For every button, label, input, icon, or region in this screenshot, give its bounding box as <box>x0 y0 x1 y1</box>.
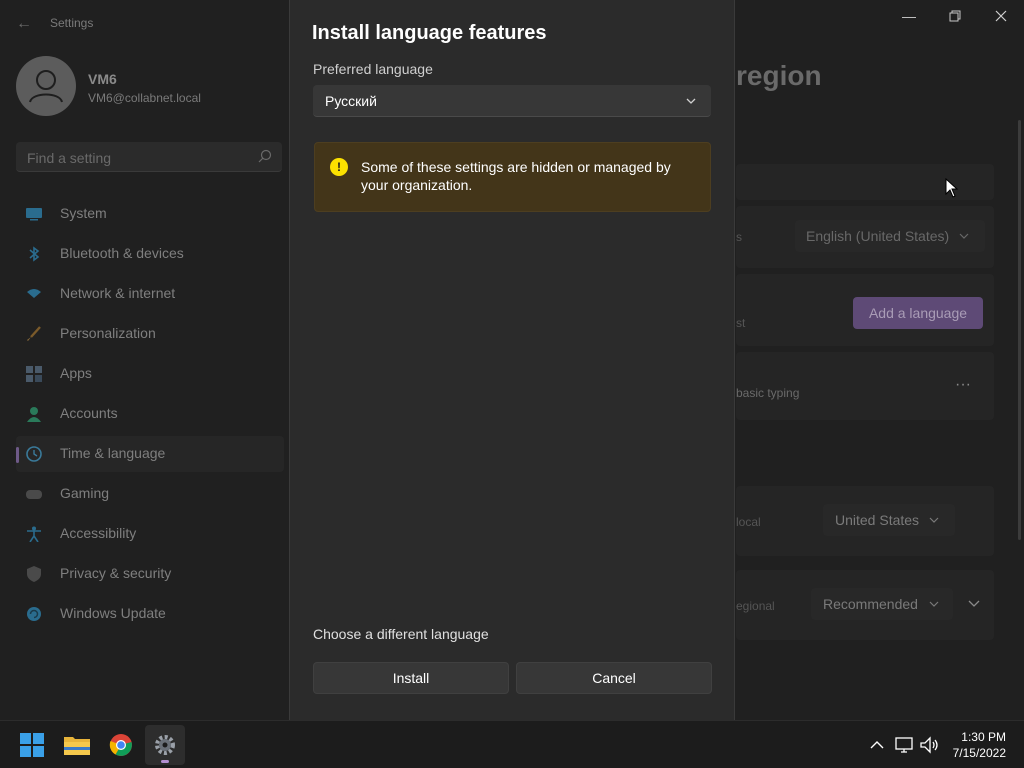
accounts-icon <box>27 407 41 422</box>
search-input[interactable]: Find a setting <box>16 142 282 172</box>
active-indicator <box>161 760 169 763</box>
sidebar-item-accounts[interactable]: Accounts <box>16 396 284 432</box>
display-language-dropdown[interactable]: English (United States) <box>795 220 985 252</box>
avatar[interactable] <box>16 56 76 116</box>
chevron-down-icon <box>959 233 969 239</box>
bg-row-text: local <box>736 515 761 529</box>
sidebar-item-system[interactable]: System <box>16 196 284 232</box>
file-explorer-button[interactable] <box>57 725 97 765</box>
back-arrow-icon[interactable]: ← <box>12 12 36 36</box>
sidebar-item-apps[interactable]: Apps <box>16 356 284 392</box>
chevron-down-icon <box>929 601 939 607</box>
managed-settings-warning: ! Some of these settings are hidden or m… <box>314 142 711 212</box>
page-heading: region <box>736 60 822 91</box>
clock-date: 7/15/2022 <box>952 746 1006 760</box>
taskbar: 1:30 PM 7/15/2022 <box>0 720 1024 768</box>
user-icon <box>29 70 63 103</box>
warning-text: Some of these settings are hidden or man… <box>361 159 671 193</box>
user-name: VM6 <box>88 71 117 87</box>
network-status-icon[interactable] <box>893 734 915 756</box>
restore-button[interactable] <box>932 4 978 28</box>
sidebar-item-label: System <box>60 205 107 221</box>
start-icon <box>20 733 44 757</box>
search-icon <box>258 149 272 163</box>
close-button[interactable] <box>978 4 1024 28</box>
sidebar-item-privacy[interactable]: Privacy & security <box>16 556 284 592</box>
sidebar-item-label: Accounts <box>60 405 118 421</box>
bluetooth-icon <box>29 246 40 262</box>
bg-row-text: s <box>736 230 742 244</box>
install-language-dialog: Install language features Preferred lang… <box>289 0 735 720</box>
sidebar-item-label: Network & internet <box>60 285 176 301</box>
sidebar-item-label: Personalization <box>60 325 156 341</box>
regional-format-value: Recommended <box>823 596 918 612</box>
scrollbar[interactable] <box>1018 120 1021 540</box>
preferred-language-dropdown[interactable]: Русский <box>313 85 711 117</box>
add-language-button[interactable]: Add a language <box>853 297 983 329</box>
sidebar-item-accessibility[interactable]: Accessibility <box>16 516 284 552</box>
apps-icon <box>26 366 42 382</box>
expand-chevron-icon[interactable] <box>968 600 980 608</box>
volume-icon[interactable] <box>918 734 940 756</box>
display-language-value: English (United States) <box>806 228 950 244</box>
gaming-icon <box>26 490 42 499</box>
sidebar-item-label: Bluetooth & devices <box>60 245 184 261</box>
chrome-icon <box>109 734 132 756</box>
window-title: Settings <box>50 16 94 30</box>
sidebar-item-windows-update[interactable]: Windows Update <box>16 596 284 632</box>
country-value: United States <box>835 512 920 528</box>
user-email: VM6@collabnet.local <box>88 91 201 105</box>
bg-row-text: egional <box>736 599 775 613</box>
update-icon <box>27 607 41 621</box>
cancel-button[interactable]: Cancel <box>516 662 712 694</box>
sidebar-item-bluetooth[interactable]: Bluetooth & devices <box>16 236 284 272</box>
regional-format-dropdown[interactable]: Recommended <box>811 588 953 620</box>
country-dropdown[interactable]: United States <box>823 504 955 536</box>
network-icon <box>27 289 41 298</box>
show-hidden-icons-chevron-icon[interactable] <box>866 734 888 756</box>
dialog-title: Install language features <box>312 22 547 44</box>
sidebar-item-label: Accessibility <box>60 525 137 541</box>
selected-language: Русский <box>325 93 377 109</box>
chevron-down-icon <box>686 98 696 104</box>
install-button[interactable]: Install <box>313 662 509 694</box>
shield-icon <box>27 566 41 582</box>
mouse-cursor-icon <box>945 178 959 198</box>
sidebar-item-label: Apps <box>60 365 92 381</box>
close-icon <box>995 10 1007 22</box>
sidebar-item-label: Time & language <box>60 445 166 461</box>
sidebar-item-personalization[interactable]: Personalization <box>16 316 284 352</box>
sidebar-item-label: Windows Update <box>60 605 166 621</box>
clock-time: 1:30 PM <box>961 730 1006 744</box>
bg-row-text: basic typing <box>736 386 800 400</box>
brush-icon <box>27 326 41 341</box>
start-button[interactable] <box>12 725 52 765</box>
choose-different-language-link[interactable]: Choose a different language <box>313 626 489 642</box>
sidebar-item-label: Gaming <box>60 485 110 501</box>
sidebar-item-label: Privacy & security <box>60 565 172 581</box>
sidebar-item-time-language[interactable]: Time & language <box>16 436 284 472</box>
more-options-icon[interactable]: ··· <box>955 376 971 394</box>
file-explorer-icon <box>64 737 90 755</box>
search-placeholder: Find a setting <box>27 150 112 166</box>
settings-app-button[interactable] <box>145 725 185 765</box>
sidebar-item-network[interactable]: Network & internet <box>16 276 284 312</box>
chevron-down-icon <box>929 517 939 523</box>
accessibility-icon <box>27 526 41 542</box>
restore-icon <box>949 10 961 22</box>
minimize-button[interactable]: — <box>886 4 932 28</box>
time-language-icon <box>26 446 42 462</box>
settings-gear-icon <box>155 735 175 755</box>
preferred-language-label: Preferred language <box>313 61 433 77</box>
system-clock[interactable]: 1:30 PM 7/15/2022 <box>953 729 1006 761</box>
system-icon <box>26 208 42 221</box>
chrome-button[interactable] <box>101 725 141 765</box>
bg-row-text: st <box>736 316 746 330</box>
warning-icon: ! <box>330 158 348 176</box>
sidebar-item-gaming[interactable]: Gaming <box>16 476 284 512</box>
